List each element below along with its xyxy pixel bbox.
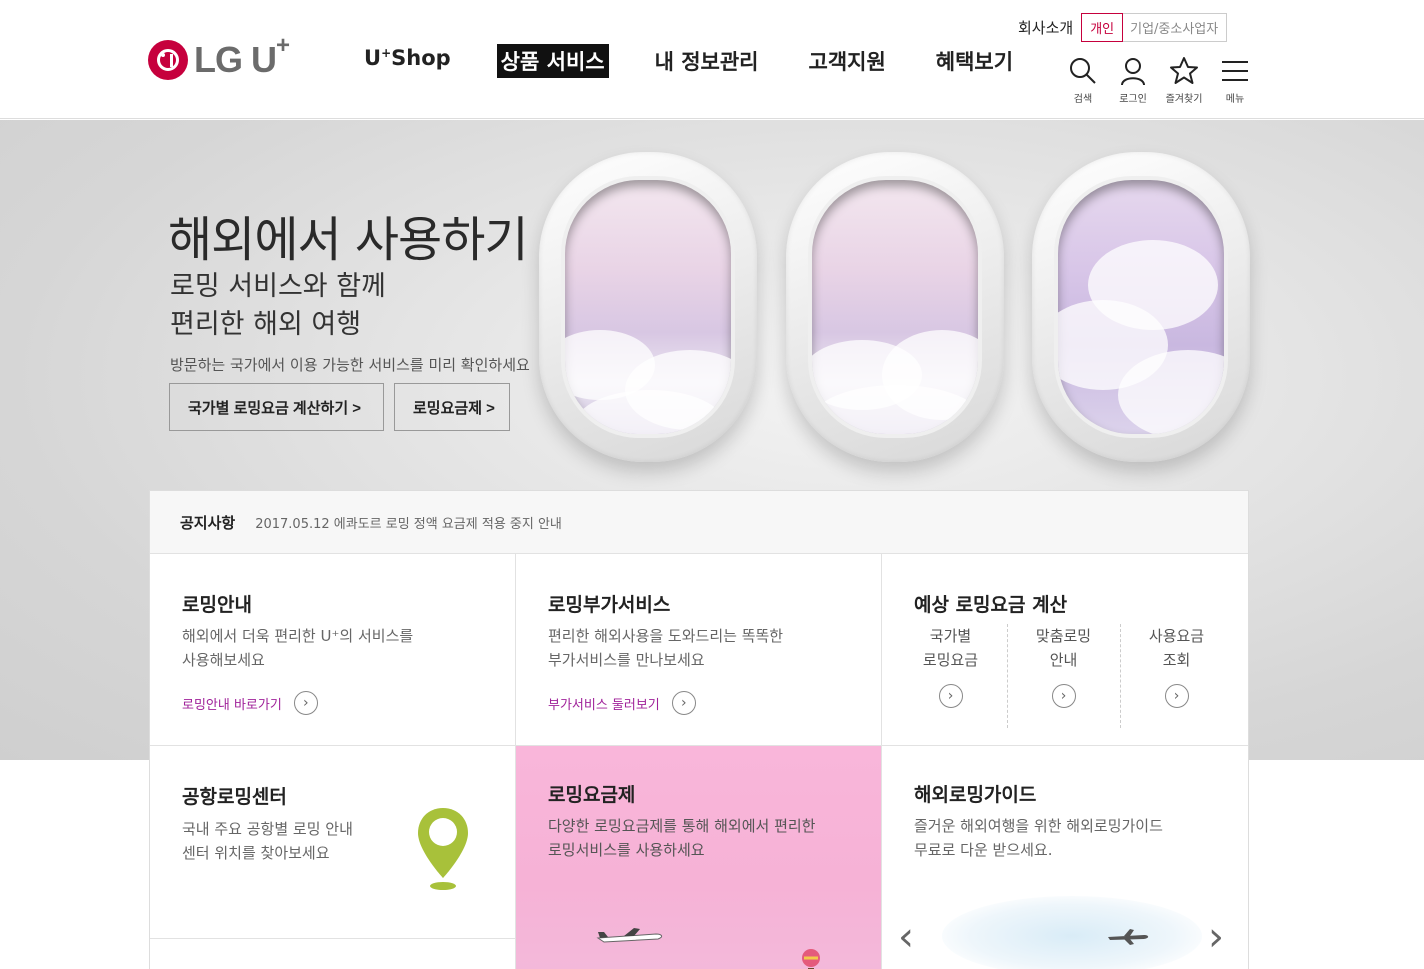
logo[interactable]: LG U+ [148,32,290,81]
menu-label: 메뉴 [1225,94,1245,105]
card-roaming-plan[interactable]: 로밍요금제 다양한 로밍요금제를 통해 해외에서 편리한 로밍서비스를 사용하세요 [516,746,882,969]
notice-bar[interactable]: 공지사항 2017.05.12 에콰도르 로밍 정액 요금제 적용 중지 안내 [150,491,1248,554]
card-description: 해외에서 더욱 편리한 U⁺의 서비스를 사용해보세요 [182,627,414,669]
map-pin-icon [418,808,468,890]
card-addon-services: 로밍부가서비스 편리한 해외사용을 도와드리는 똑똑한 부가서비스를 만나보세요 … [516,554,882,746]
nav-my-info[interactable]: 내 정보관리 [651,44,763,78]
airplane-window-image [539,152,757,462]
global-header: LG U+ U+Shop 상품 서비스 내 정보관리 고객지원 혜택보기 회사소… [0,0,1424,119]
login-label: 로그인 [1119,94,1147,105]
hero-description: 방문하는 국가에서 이용 가능한 서비스를 미리 확인하세요 [170,356,530,374]
company-intro-link[interactable]: 회사소개 [1018,17,1073,38]
calc-custom-roaming[interactable]: 맞춤로밍 안내 › [1007,624,1120,708]
country-rate-calc-button[interactable]: 국가별 로밍요금 계산하기 > [169,383,384,431]
card-description: 편리한 해외사용을 도와드리는 똑똑한 부가서비스를 만나보세요 [548,627,784,669]
card-roaming-guide: 로밍안내 해외에서 더욱 편리한 U⁺의 서비스를 사용해보세요 로밍안내 바로가… [150,554,516,746]
logo-text: LG U+ [194,32,290,80]
chevron-right-icon: › [1051,684,1076,708]
chevron-right-icon: › [293,691,318,715]
search-label: 검색 [1073,94,1093,105]
card-title: 로밍안내 [182,594,252,616]
sky-illustration [942,896,1202,969]
airplane-window-image [786,152,1004,462]
nav-customer-support[interactable]: 고객지원 [805,44,890,78]
roaming-plan-button[interactable]: 로밍요금제 > [394,383,510,431]
hero-title: 해외에서 사용하기 [168,212,529,268]
calc-usage-lookup[interactable]: 사용요금 조회 › [1120,624,1233,708]
search-button[interactable]: 검색 [1058,56,1108,105]
hero-subtitle: 로밍 서비스와 함께 편리한 해외 여행 [170,271,386,340]
card-empty [150,939,516,969]
card-title: 로밍요금제 [548,784,636,806]
notice-title: 공지사항 [180,513,236,532]
nav-products-services[interactable]: 상품 서비스 [496,44,609,78]
card-rate-calculation: 예상 로밍요금 계산 국가별 로밍요금 › 맞춤로밍 안내 › 사용요금 조회 › [882,554,1248,746]
card-title: 예상 로밍요금 계산 [914,594,1068,616]
chevron-right-icon: › [1164,684,1189,708]
card-overseas-guide[interactable]: 해외로밍가이드 즐거운 해외여행을 위한 해외로밍가이드 무료로 다운 받으세요.… [882,746,1248,969]
roaming-panel: 공지사항 2017.05.12 에콰도르 로밍 정액 요금제 적용 중지 안내 … [149,490,1249,969]
favorites-button[interactable]: 즐겨찾기 [1159,56,1209,105]
global-nav: U+Shop 상품 서비스 내 정보관리 고객지원 혜택보기 [360,44,1059,78]
notice-item[interactable]: 2017.05.12 에콰도르 로밍 정액 요금제 적용 중지 안내 [255,513,562,532]
airplane-icon [596,928,663,943]
airplane-window-image [1032,152,1250,462]
chevron-right-icon: › [671,691,696,715]
segment-business[interactable]: 기업/중소사업자 [1122,14,1226,41]
nav-ushop[interactable]: U+Shop [360,44,455,78]
roaming-guide-link[interactable]: 로밍안내 바로가기 › [182,691,318,715]
menu-button[interactable]: 메뉴 [1210,56,1260,105]
top-links: 회사소개 개인 기업/중소사업자 [1018,13,1228,42]
carousel-next-button[interactable]: › [1208,914,1224,960]
segment-personal[interactable]: 개인 [1081,13,1124,42]
customer-type-switch: 개인 기업/중소사업자 [1081,13,1228,42]
search-icon [1070,58,1096,84]
card-title: 로밍부가서비스 [548,594,671,616]
user-icon [1121,58,1145,86]
card-description: 즐거운 해외여행을 위한 해외로밍가이드 무료로 다운 받으세요. [914,817,1163,859]
hot-air-balloon-icon [802,949,820,969]
addon-services-link[interactable]: 부가서비스 둘러보기 › [548,691,696,715]
card-title: 공항로밍센터 [182,786,287,808]
nav-benefits[interactable]: 혜택보기 [932,44,1017,78]
lg-logo-icon [148,39,188,80]
carousel-prev-button[interactable]: ‹ [898,914,914,960]
card-description: 다양한 로밍요금제를 통해 해외에서 편리한 로밍서비스를 사용하세요 [548,817,816,859]
favorites-label: 즐겨찾기 [1165,94,1203,105]
menu-icon [1222,61,1248,81]
calc-country-rate[interactable]: 국가별 로밍요금 › [894,624,1007,708]
card-title: 해외로밍가이드 [914,784,1037,806]
card-description: 국내 주요 공항별 로밍 안내 센터 위치를 찾아보세요 [182,820,353,862]
star-icon [1170,57,1198,84]
login-button[interactable]: 로그인 [1108,56,1158,105]
chevron-right-icon: › [938,684,963,708]
airplane-icon [1108,929,1149,945]
card-airport-center[interactable]: 공항로밍센터 국내 주요 공항별 로밍 안내 센터 위치를 찾아보세요 [150,746,516,939]
